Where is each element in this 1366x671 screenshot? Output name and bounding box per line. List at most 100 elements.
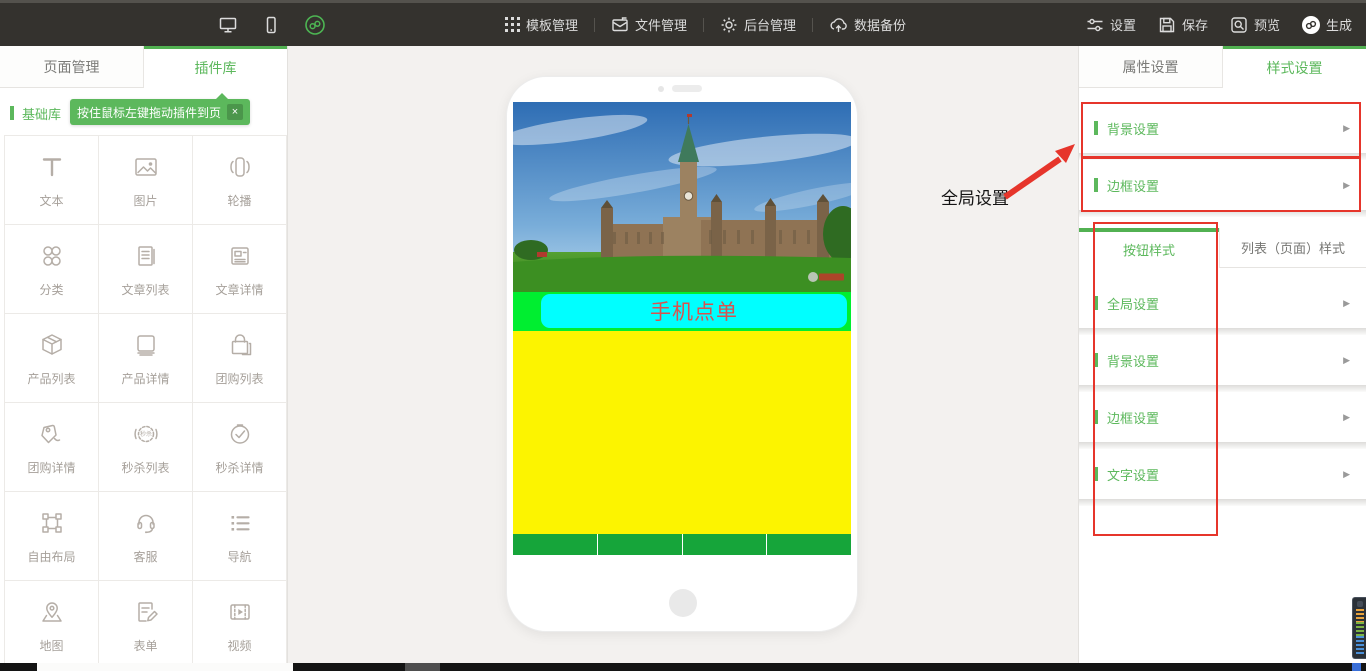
nav-item-mine[interactable]: 我的 — [683, 534, 768, 555]
plugin-article-list[interactable]: 文章列表 — [99, 225, 193, 314]
menu-backend-management[interactable]: 后台管理 — [720, 15, 796, 34]
tab-page-management[interactable]: 页面管理 — [0, 46, 144, 88]
green-marker — [1094, 178, 1098, 192]
action-label: 设置 — [1110, 15, 1136, 34]
plugin-flashsale-detail[interactable]: 秒杀详情 — [193, 403, 287, 492]
plugin-groupbuy-detail[interactable]: 团购详情 — [5, 403, 99, 492]
chevron-right-icon: ▶ — [1343, 412, 1350, 423]
sliders-icon — [1086, 16, 1104, 34]
widget-stripes-orange — [1356, 609, 1364, 622]
groupbuy-list-icon — [224, 329, 256, 361]
article-list-icon — [130, 240, 162, 272]
plugin-article-detail[interactable]: 文章详情 — [193, 225, 287, 314]
plugin-customer-service[interactable]: 客服 — [99, 492, 193, 581]
free-layout-icon — [36, 507, 68, 539]
panel-tabs: 属性设置 样式设置 — [1079, 46, 1366, 88]
plugin-groupbuy-list[interactable]: 团购列表 — [193, 314, 287, 403]
generate-icon — [1302, 16, 1320, 34]
plugin-video[interactable]: 视频 — [193, 581, 287, 670]
tab-list-page-style[interactable]: 列表（页面）样式 — [1219, 228, 1366, 268]
section-background-settings[interactable]: 背景设置 ▶ — [1079, 103, 1366, 153]
style-sub-tabs: 按钮样式 列表（页面）样式 — [1079, 228, 1366, 268]
groupbuy-detail-icon — [36, 418, 68, 450]
article-detail-icon — [224, 240, 256, 272]
scrollbar-segment-blue — [1352, 663, 1361, 671]
nav-item-phone[interactable]: 电话 — [767, 534, 851, 555]
settings-button[interactable]: 设置 — [1086, 15, 1136, 34]
preview-button[interactable]: 预览 — [1230, 15, 1280, 34]
plugin-navigation[interactable]: 导航 — [193, 492, 287, 581]
desktop-icon[interactable] — [218, 16, 238, 34]
scrollbar-thumb[interactable] — [37, 663, 293, 671]
menu-file-management[interactable]: 文件管理 — [611, 15, 687, 34]
plugin-map[interactable]: 地图 — [5, 581, 99, 670]
plugin-product-detail[interactable]: 产品详情 — [99, 314, 193, 403]
tab-style-settings[interactable]: 样式设置 — [1223, 46, 1366, 88]
plugin-image[interactable]: 图片 — [99, 136, 193, 225]
tooltip-close-icon[interactable]: × — [227, 104, 243, 120]
plugin-form[interactable]: 表单 — [99, 581, 193, 670]
section-text-settings[interactable]: 文字设置 ▶ — [1079, 449, 1366, 499]
plugin-category[interactable]: 分类 — [5, 225, 99, 314]
top-toolbar: 模板管理 文件管理 后台管理 数据备份 设置 — [0, 0, 1366, 46]
category-icon — [36, 240, 68, 272]
plugin-product-list[interactable]: 产品列表 — [5, 314, 99, 403]
nav-item-home[interactable]: 首页 — [513, 534, 598, 555]
phone-home-button[interactable] — [669, 589, 697, 617]
save-button[interactable]: 保存 — [1158, 15, 1208, 34]
nav-icon — [224, 507, 256, 539]
tab-property-settings[interactable]: 属性设置 — [1079, 46, 1223, 88]
product-detail-icon — [130, 329, 162, 361]
plugin-flashsale-list[interactable]: 秒杀 秒杀列表 — [99, 403, 193, 492]
tab-plugin-library[interactable]: 插件库 — [144, 46, 287, 88]
green-marker — [1094, 353, 1098, 367]
tooltip-text: 按住鼠标左键拖动插件到页 — [77, 104, 221, 121]
phone-screen: 手机点单 首页 关于我们 我的 电话 — [513, 102, 851, 555]
separator — [1079, 442, 1366, 449]
title-bar[interactable]: 手机点单 — [541, 294, 847, 328]
nav-item-about[interactable]: 关于我们 — [598, 534, 683, 555]
gear-icon — [720, 16, 738, 34]
menu-label: 文件管理 — [635, 15, 687, 34]
menu-template-management[interactable]: 模板管理 — [505, 15, 578, 34]
service-icon — [130, 507, 162, 539]
map-icon — [36, 596, 68, 628]
image-watermark — [808, 272, 844, 282]
scrollbar-segment — [405, 663, 440, 671]
section-border-settings[interactable]: 边框设置 ▶ — [1079, 160, 1366, 210]
separator — [1079, 499, 1366, 506]
tooltip-pointer — [216, 93, 228, 99]
grid-icon — [505, 17, 520, 32]
phone-camera-dot — [658, 86, 664, 92]
parliament-image[interactable] — [513, 102, 851, 292]
plugin-carousel[interactable]: 轮播 — [193, 136, 287, 225]
menu-data-backup[interactable]: 数据备份 — [829, 15, 906, 34]
generate-button[interactable]: 生成 — [1302, 15, 1352, 34]
video-icon — [224, 596, 256, 628]
drag-hint-tooltip: 按住鼠标左键拖动插件到页 × — [70, 99, 250, 125]
divider — [812, 18, 813, 32]
horizontal-scrollbar — [0, 663, 1366, 671]
mobile-icon[interactable] — [262, 16, 280, 34]
section-button-background-settings[interactable]: 背景设置 ▶ — [1079, 335, 1366, 385]
link-circle-icon[interactable] — [304, 14, 326, 36]
content-section[interactable] — [513, 331, 851, 534]
plugin-free-layout[interactable]: 自由布局 — [5, 492, 99, 581]
svg-text:秒杀: 秒杀 — [139, 430, 151, 438]
plugin-text[interactable]: 文本 — [5, 136, 99, 225]
chevron-right-icon: ▶ — [1343, 180, 1350, 191]
carousel-icon — [224, 151, 256, 183]
product-list-icon — [36, 329, 68, 361]
action-label: 生成 — [1326, 15, 1352, 34]
settings-panel: 属性设置 样式设置 背景设置 ▶ 边框设置 ▶ 按钮样式 列表（页面）样式 全局… — [1078, 46, 1366, 671]
flashsale-detail-icon — [224, 418, 256, 450]
section-button-border-settings[interactable]: 边框设置 ▶ — [1079, 392, 1366, 442]
menu-label: 数据备份 — [854, 15, 906, 34]
section-label: 基础库 — [22, 104, 61, 123]
volume-indicator-widget — [1352, 597, 1366, 659]
title-section[interactable]: 手机点单 — [513, 292, 851, 331]
tab-button-style[interactable]: 按钮样式 — [1079, 228, 1219, 268]
section-global-settings[interactable]: 全局设置 ▶ — [1079, 278, 1366, 328]
chevron-right-icon: ▶ — [1343, 298, 1350, 309]
action-label: 预览 — [1254, 15, 1280, 34]
